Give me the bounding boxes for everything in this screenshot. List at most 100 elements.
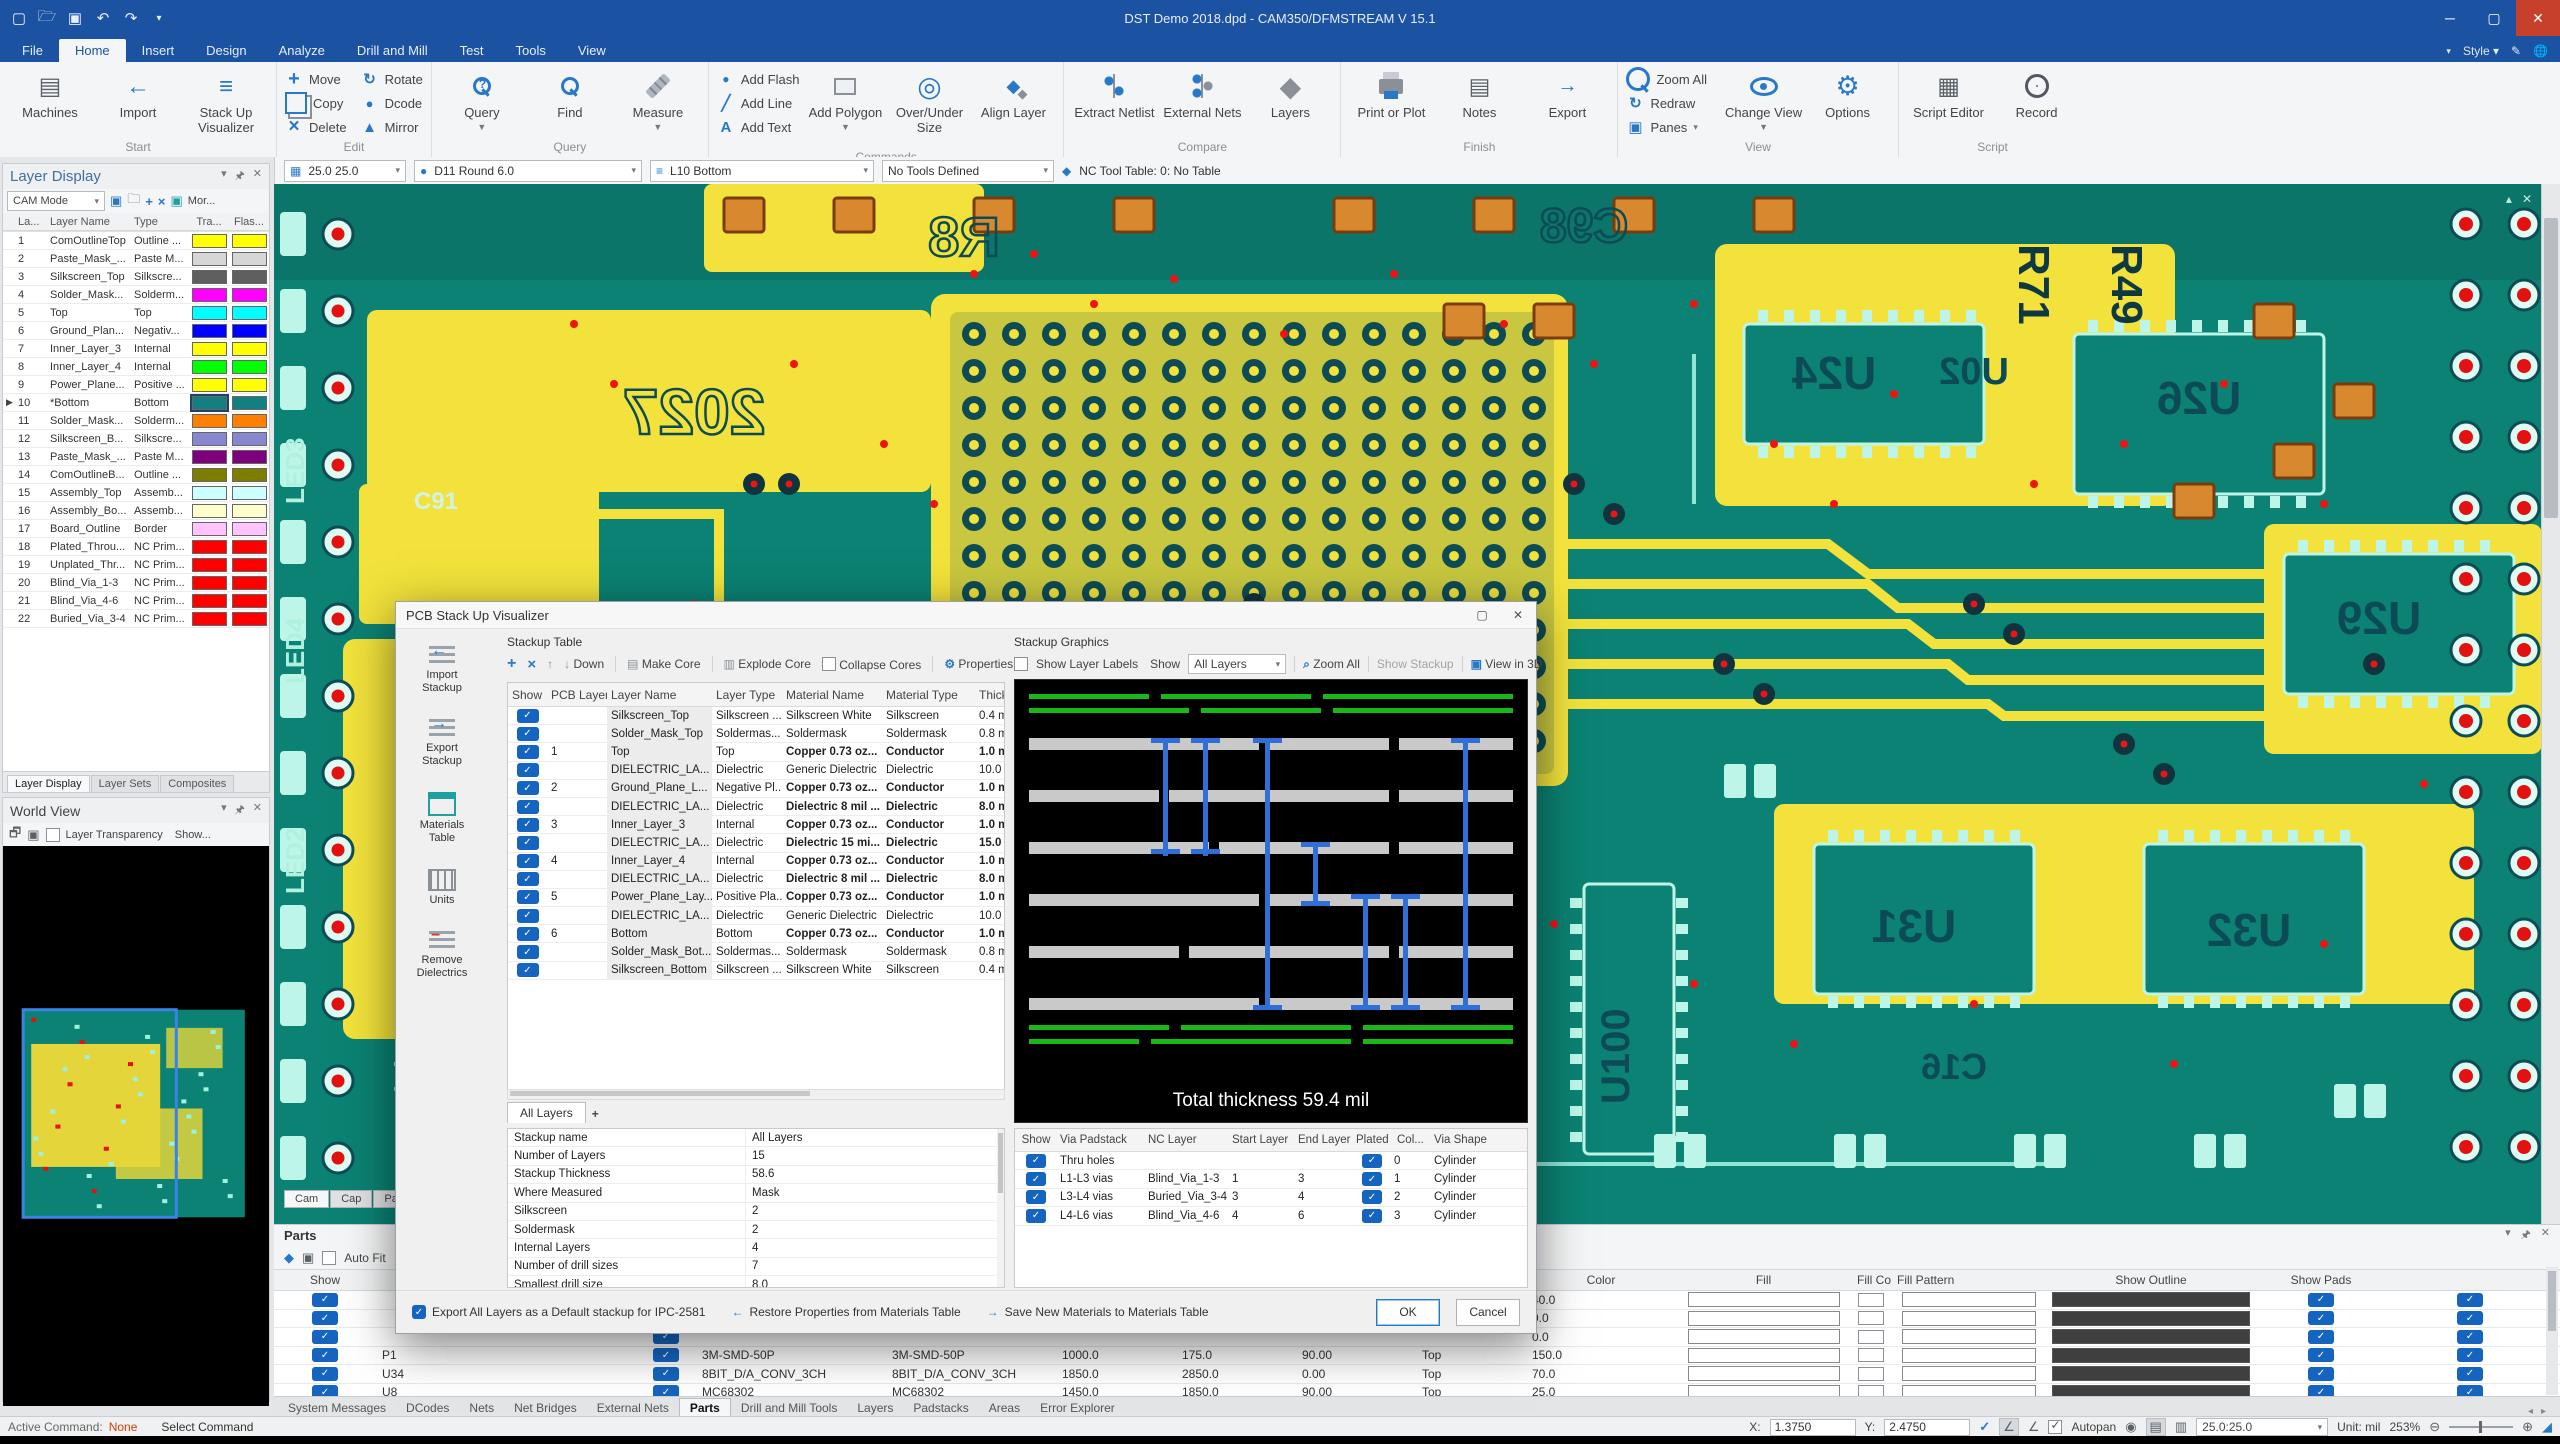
ribbon-button[interactable]: Notes bbox=[1437, 64, 1521, 120]
part-color-swatch[interactable] bbox=[1688, 1348, 1840, 1363]
layer-row[interactable]: ▶ 14 ComOutlineB... Outline ... bbox=[3, 466, 269, 484]
part-show-checkbox[interactable]: ✓ bbox=[312, 1367, 338, 1381]
ribbon-button[interactable]: Panes▾ bbox=[1626, 117, 1717, 137]
parts-grid-icon[interactable]: ▣ bbox=[302, 1250, 314, 1266]
traces-color-swatch[interactable] bbox=[192, 270, 227, 284]
traces-color-swatch[interactable] bbox=[192, 450, 227, 464]
property-row[interactable]: Silkscreen 2 bbox=[508, 1203, 1004, 1221]
traces-color-swatch[interactable] bbox=[192, 234, 227, 248]
via-row[interactable]: ✓ Thru holes ✓ 0 Cylinder bbox=[1015, 1152, 1527, 1170]
bottom-tab[interactable]: Padstacks bbox=[903, 1399, 978, 1417]
part-fill-pattern-swatch[interactable] bbox=[2052, 1329, 2250, 1344]
world-zoom-icon[interactable]: 🗗 bbox=[9, 824, 21, 846]
undo-icon[interactable]: ↶ bbox=[94, 9, 112, 27]
panel-close-icon[interactable]: ✕ bbox=[253, 167, 262, 186]
property-row[interactable]: Stackup Thickness 58.6 bbox=[508, 1166, 1004, 1184]
ribbon-button[interactable]: Over/Under Size▼ bbox=[887, 64, 971, 150]
ribbon-button[interactable]: Options▼ bbox=[1806, 64, 1890, 135]
panel-pin-icon[interactable]: 🖈 bbox=[235, 167, 245, 186]
traces-color-swatch[interactable] bbox=[192, 522, 227, 536]
export-ipc2581-checkbox-group[interactable]: ✓ Export All Layers as a Default stackup… bbox=[412, 1305, 705, 1319]
traces-color-swatch[interactable] bbox=[192, 378, 227, 392]
stackup-show-checkbox[interactable]: ✓ bbox=[517, 781, 539, 795]
flashes-color-swatch[interactable] bbox=[232, 288, 267, 302]
ribbon-button[interactable]: Print or Plot bbox=[1349, 64, 1433, 120]
via-show-checkbox[interactable]: ✓ bbox=[1026, 1154, 1046, 1168]
bottom-tab[interactable]: DCodes bbox=[396, 1399, 459, 1417]
flashes-color-swatch[interactable] bbox=[232, 540, 267, 554]
panel-pin-icon[interactable]: 🖈 bbox=[2521, 1226, 2531, 1245]
move-down-button[interactable]: ↓ Down bbox=[564, 657, 604, 671]
grid-spacing-combo[interactable]: ▦ 25.0 25.0▾ bbox=[284, 160, 406, 182]
flashes-color-swatch[interactable] bbox=[232, 306, 267, 320]
part-show-pads-checkbox[interactable]: ✓ bbox=[2457, 1367, 2483, 1381]
world-show-button[interactable]: Show... bbox=[175, 829, 211, 841]
stackup-row[interactable]: ✓ Silkscreen_Bottom Silkscreen ... Silks… bbox=[508, 962, 1004, 980]
zoom-slider[interactable] bbox=[2449, 1426, 2513, 1428]
bottom-tab[interactable]: Nets bbox=[459, 1399, 504, 1417]
layer-row[interactable]: ▶ 2 Paste_Mask_... Paste M... bbox=[3, 250, 269, 268]
layer-panel-tab[interactable]: Layer Display bbox=[7, 775, 90, 792]
traces-color-swatch[interactable] bbox=[192, 594, 227, 608]
stackup-graphics-view[interactable]: Total thickness 59.4 mil bbox=[1014, 679, 1528, 1123]
ribbon-button[interactable]: Query▼ bbox=[440, 64, 524, 135]
rail-button[interactable]: Materials Table bbox=[406, 792, 478, 845]
ribbon-button[interactable]: Dcode bbox=[361, 93, 423, 113]
panel-pin-icon[interactable]: 🖈 bbox=[235, 801, 245, 820]
delete-layer-icon[interactable]: × bbox=[527, 656, 536, 673]
flashes-color-swatch[interactable] bbox=[232, 468, 267, 482]
layer-row[interactable]: ▶ 7 Inner_Layer_3 Internal bbox=[3, 340, 269, 358]
parts-filter-icon[interactable]: ◆ bbox=[284, 1250, 294, 1266]
stackup-row[interactable]: ✓ DIELECTRIC_LA... Dielectric Dielectric… bbox=[508, 834, 1004, 852]
ribbon-button[interactable]: External Nets bbox=[1160, 64, 1244, 120]
auto-fit-checkbox[interactable] bbox=[322, 1251, 336, 1265]
via-row[interactable]: ✓ L1-L3 vias Blind_Via_1-3 1 3 ✓ 1 Cylin… bbox=[1015, 1170, 1527, 1188]
property-row[interactable]: Where Measured Mask bbox=[508, 1184, 1004, 1202]
property-row[interactable]: Number of Layers 15 bbox=[508, 1147, 1004, 1165]
stackup-row[interactable]: ✓ DIELECTRIC_LA... Dielectric Dielectric… bbox=[508, 871, 1004, 889]
panel-dropdown-icon[interactable]: ▾ bbox=[221, 801, 227, 820]
traces-color-swatch[interactable] bbox=[192, 288, 227, 302]
parts-table-row[interactable]: ✓ U34 ✓ 8BIT_D/A_CONV_3CH 8BIT_D/A_CONV_… bbox=[274, 1365, 2560, 1384]
ribbon-button[interactable]: Align Layer▼ bbox=[971, 64, 1055, 150]
flashes-color-swatch[interactable] bbox=[232, 414, 267, 428]
stackup-table-hscrollbar[interactable] bbox=[507, 1089, 1005, 1100]
ribbon-button[interactable]: Copy bbox=[285, 93, 347, 113]
flashes-color-swatch[interactable] bbox=[232, 270, 267, 284]
panel-dropdown-icon[interactable]: ▾ bbox=[221, 167, 227, 186]
layer-row[interactable]: ▶ 1 ComOutlineTop Outline ... bbox=[3, 232, 269, 250]
cam-mode-combo[interactable]: CAM Mode▾ bbox=[7, 191, 105, 211]
new-file-icon[interactable]: ▢ bbox=[10, 9, 28, 27]
graphics-zoom-all-button[interactable]: ⌕ Zoom All bbox=[1303, 657, 1360, 672]
traces-color-swatch[interactable] bbox=[192, 540, 227, 554]
bottom-tab[interactable]: Net Bridges bbox=[504, 1399, 587, 1417]
bottom-tab[interactable]: External Nets bbox=[587, 1399, 679, 1417]
maximize-button[interactable]: ▢ bbox=[2472, 0, 2516, 36]
tools-combo[interactable]: No Tools Defined▾ bbox=[882, 160, 1054, 182]
layer-row[interactable]: ▶ 13 Paste_Mask_... Paste M... bbox=[3, 448, 269, 466]
part-fill-color-swatch[interactable] bbox=[1902, 1366, 2036, 1381]
x-coordinate-input[interactable] bbox=[1770, 1419, 1856, 1436]
cancel-button[interactable]: Cancel bbox=[1456, 1299, 1520, 1326]
bottom-tab[interactable]: Parts bbox=[679, 1398, 731, 1417]
ribbon-button[interactable]: Record bbox=[1995, 64, 2079, 120]
ribbon-button[interactable]: Mirror bbox=[361, 117, 423, 137]
layer-row[interactable]: ▶ 9 Power_Plane... Positive ... bbox=[3, 376, 269, 394]
flashes-color-swatch[interactable] bbox=[232, 378, 267, 392]
ribbon-tab[interactable]: Drill and Mill bbox=[341, 39, 444, 62]
stackup-show-checkbox[interactable]: ✓ bbox=[517, 945, 539, 959]
rail-button[interactable]: Units bbox=[428, 869, 456, 907]
layer-row[interactable]: ▶ 15 Assembly_Top Assemb... bbox=[3, 484, 269, 502]
part-fill-checkbox[interactable] bbox=[1858, 1293, 1884, 1307]
layer-row[interactable]: ▶ 19 Unplated_Thr... NC Prim... bbox=[3, 556, 269, 574]
stackup-show-checkbox[interactable]: ✓ bbox=[517, 709, 539, 723]
stackup-row[interactable]: ✓ Solder_Mask_Bot... Soldermas... Solder… bbox=[508, 943, 1004, 961]
show-layer-labels-checkbox[interactable] bbox=[1014, 657, 1028, 671]
via-show-checkbox[interactable]: ✓ bbox=[1026, 1190, 1046, 1204]
ribbon-button[interactable]: Stack Up Visualizer bbox=[184, 64, 268, 135]
part-show-outline-checkbox[interactable]: ✓ bbox=[2308, 1348, 2334, 1362]
part-fill-color-swatch[interactable] bbox=[1902, 1311, 2036, 1326]
traces-color-swatch[interactable] bbox=[192, 324, 227, 338]
ribbon-collapse-icon[interactable]: ▾ bbox=[2446, 46, 2451, 57]
vertex-snap-icon[interactable]: ∠ bbox=[1999, 1418, 2019, 1436]
